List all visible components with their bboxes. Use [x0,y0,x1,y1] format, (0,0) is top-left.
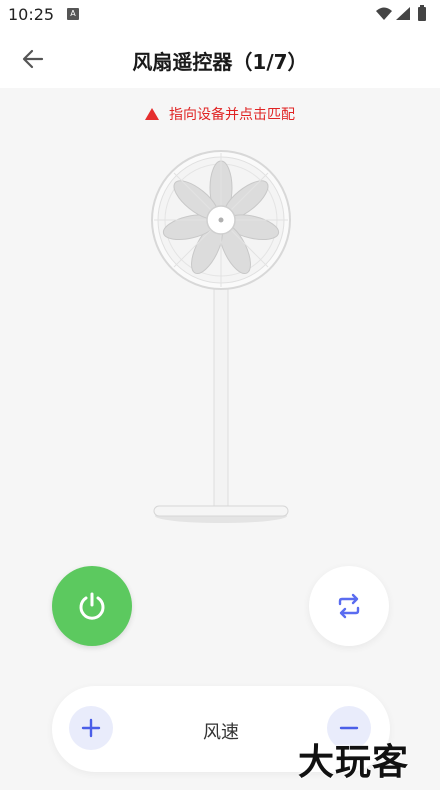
warning-triangle-icon [145,108,159,120]
swing-repeat-icon [338,593,360,619]
pairing-hint: 指向设备并点击匹配 [0,104,440,124]
pairing-hint-text: 指向设备并点击匹配 [169,107,295,123]
power-icon [79,592,105,620]
status-time: 10:25 [8,5,55,24]
status-bar: 10:25 A [0,0,440,30]
watermark-logo: 大玩客 [298,741,410,783]
app-header: 风扇遥控器（1/7） [0,30,440,88]
battery-icon [418,7,426,21]
signal-icon [396,7,410,20]
back-button[interactable] [18,44,48,74]
standing-fan-image [151,150,291,523]
page-title: 风扇遥控器（1/7） [132,50,308,74]
wifi-icon [376,7,392,20]
arrow-left-icon [22,49,44,69]
power-button[interactable] [52,566,132,646]
swing-button[interactable] [309,566,389,646]
status-icons [376,5,426,21]
notification-a-badge: A [67,8,79,20]
